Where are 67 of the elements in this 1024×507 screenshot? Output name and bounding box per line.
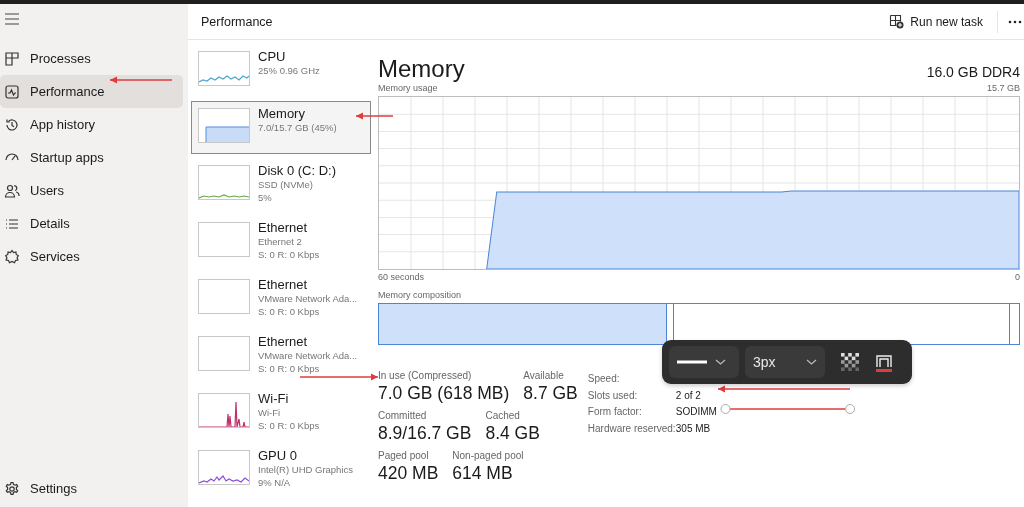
property-value: 2 of 2 (675, 389, 702, 402)
device-item[interactable]: Ethernet VMware Network Ada... S: 0 R: 0 Kbps (191, 272, 371, 325)
nav-item[interactable]: Startup apps (0, 141, 183, 174)
task-add-icon (889, 14, 905, 29)
stat-value: 614 MB (452, 462, 514, 484)
graph-thumbnail (198, 336, 250, 371)
property-value: SODIMM (675, 406, 717, 419)
checkerboard-icon (841, 353, 859, 371)
nav-item[interactable]: Details (0, 207, 183, 240)
stat-label: Available (523, 369, 565, 382)
device-item[interactable]: CPU 25% 0.96 GHz (191, 44, 371, 97)
stat-label: Non-paged pool (452, 449, 524, 462)
device-item[interactable]: Ethernet Ethernet 2 S: 0 R: 0 Kbps (191, 215, 371, 268)
nav-item[interactable]: Users (0, 174, 183, 207)
chart-label: Memory usage (378, 83, 438, 94)
settings-icon (4, 480, 20, 497)
property-label: Speed: (587, 373, 621, 386)
stat-value: 8.9/16.7 GB (378, 422, 472, 444)
property-value: 305 MB (675, 422, 712, 435)
stat-label: In use (Compressed) (378, 369, 473, 382)
menu-icon (4, 11, 20, 27)
stat-value: 420 MB (378, 462, 439, 484)
device-item[interactable]: Wi-Fi Wi-Fi S: 0 R: 0 Kbps (191, 386, 371, 439)
chevron-down-icon (715, 359, 726, 365)
property-label: Form factor: (587, 406, 643, 419)
grid-icon (4, 50, 20, 67)
line-style-dropdown[interactable] (669, 346, 739, 378)
stat-label: Cached (485, 409, 521, 422)
run-new-task-button[interactable]: Run new task (883, 10, 989, 33)
memory-spec: 16.0 GB DDR4 (926, 64, 1020, 80)
chevron-down-icon (806, 359, 817, 365)
graph-thumbnail (198, 222, 250, 257)
opacity-button[interactable] (841, 353, 859, 371)
axis-label: 0 (1015, 272, 1020, 283)
clock-icon (4, 116, 20, 133)
chart-label: Memory composition (378, 290, 463, 300)
more-icon (1008, 18, 1022, 25)
device-item[interactable]: Memory 7.0/15.7 GB (45%) (191, 101, 371, 154)
nav-item[interactable]: Performance (0, 75, 183, 108)
property-label: Hardware reserved: (587, 422, 676, 435)
annotation-arrow (355, 112, 394, 120)
stat-value: 8.4 GB (485, 422, 540, 444)
stat-label: Paged pool (378, 449, 430, 462)
color-button[interactable] (875, 352, 893, 372)
section-title: Memory (378, 55, 465, 83)
nav-item[interactable]: Processes (0, 42, 183, 75)
stat-value: 7.0 GB (618 MB) (378, 382, 510, 404)
stat-value: 8.7 GB (523, 382, 578, 404)
annotation-arrow (109, 76, 173, 84)
device-item[interactable]: GPU 0 Intel(R) UHD Graphics 9% N/A (191, 443, 371, 496)
property-label: Slots used: (587, 389, 639, 402)
settings-item[interactable]: Settings (0, 472, 183, 505)
nav-item[interactable]: Services (0, 240, 183, 273)
graph-thumbnail (198, 279, 250, 314)
device-item[interactable]: Disk 0 (C: D:) SSD (NVMe) 5% (191, 158, 371, 211)
users-icon (4, 182, 20, 199)
axis-label: 60 seconds (378, 272, 425, 283)
page-title: Performance (201, 14, 274, 29)
line-style-icon (677, 360, 707, 364)
cog-icon (4, 248, 20, 265)
device-item[interactable]: Ethernet VMware Network Ada... S: 0 R: 0 Kbps (191, 329, 371, 382)
pulse-icon (4, 83, 20, 100)
stat-label: Committed (378, 409, 428, 422)
nav-item[interactable]: App history (0, 108, 183, 141)
stroke-color-icon (875, 352, 893, 372)
axis-label: 15.7 GB (986, 83, 1020, 94)
thickness-dropdown[interactable]: 3px (745, 346, 825, 378)
